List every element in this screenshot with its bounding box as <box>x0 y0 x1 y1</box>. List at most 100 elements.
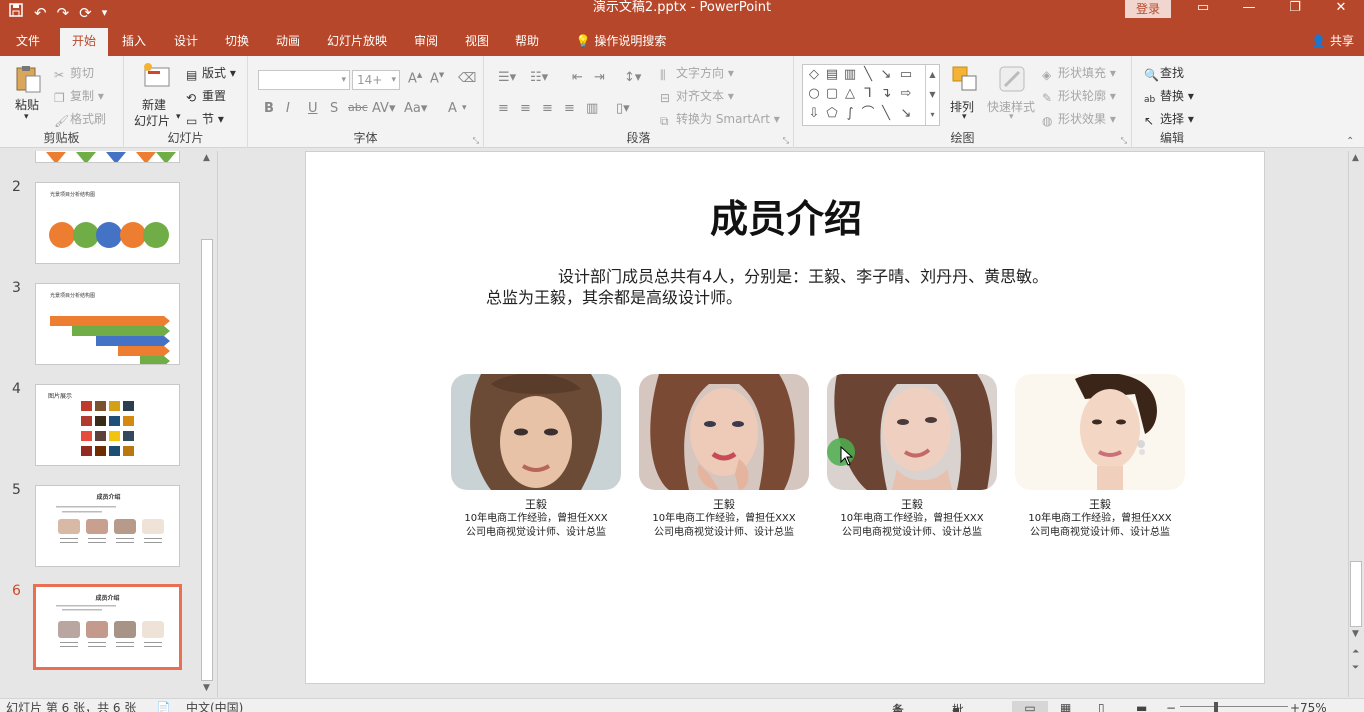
shape-roundrect-icon[interactable]: ▢ <box>823 85 841 103</box>
paste-button[interactable]: 粘贴 ▾ <box>10 62 46 132</box>
language-status[interactable]: 中文(中国) <box>186 701 243 712</box>
slide-thumb-5[interactable]: 成员介绍 <box>35 485 180 567</box>
spellcheck-icon[interactable]: 📄 <box>156 701 171 712</box>
new-slide-button[interactable]: 新建 幻灯片 ▾ <box>132 62 182 132</box>
reading-view-icon[interactable]: ▯ <box>1098 701 1105 712</box>
align-left-icon[interactable]: ≡ <box>498 101 509 116</box>
shape-vtextbox-icon[interactable]: ▥ <box>841 66 859 84</box>
shape-line-icon[interactable]: ╲ <box>859 66 877 84</box>
slide-title[interactable]: 成员介绍 <box>306 188 1266 243</box>
slide-thumb-2[interactable]: 光景项目分析结构图 <box>35 182 180 264</box>
zoom-out-icon[interactable]: − <box>1166 701 1176 712</box>
member-photo-2[interactable] <box>639 374 809 490</box>
shape-down-arrow-icon[interactable]: ⇩ <box>805 105 823 123</box>
tab-slideshow[interactable]: 幻灯片放映 <box>320 26 394 56</box>
strikethrough-icon[interactable]: abc <box>348 101 368 114</box>
thumb-scroll-down-icon[interactable]: ▼ <box>203 683 210 693</box>
thumb-scroll-thumb[interactable] <box>201 239 213 681</box>
bullets-icon[interactable]: ☰▾ <box>498 70 516 85</box>
tab-file[interactable]: 文件 <box>6 26 50 56</box>
slide-thumb-4[interactable]: 图片展示 <box>35 384 180 466</box>
tab-animations[interactable]: 动画 <box>266 26 310 56</box>
member-card-4[interactable]: 王毅 10年电商工作经验，曾担任XXX 公司电商视觉设计师、设计总监 <box>1015 374 1185 540</box>
shape-rect-icon[interactable]: ▭ <box>897 66 915 84</box>
font-dialog-launcher-icon[interactable]: ⤡ <box>473 136 479 146</box>
tab-design[interactable]: 设计 <box>164 26 208 56</box>
char-spacing-icon[interactable]: AV▾ <box>372 101 395 116</box>
tab-transitions[interactable]: 切换 <box>215 26 259 56</box>
reset-button[interactable]: ⟲ 重置 <box>186 87 226 105</box>
drawing-dialog-launcher-icon[interactable]: ⤡ <box>1121 136 1127 146</box>
canvas-scroll-thumb[interactable] <box>1350 561 1362 627</box>
zoom-slider-thumb[interactable] <box>1214 702 1218 712</box>
format-painter-button[interactable]: 🖌格式刷 <box>54 110 106 128</box>
maximize-icon[interactable]: ❐ <box>1272 0 1318 18</box>
member-card-1[interactable]: 王毅 10年电商工作经验，曾担任XXX 公司电商视觉设计师、设计总监 <box>451 374 621 540</box>
shape-textbox-icon[interactable]: ▤ <box>823 66 841 84</box>
text-direction-button[interactable]: ⫼ 文字方向 ▾ <box>660 64 734 82</box>
find-button[interactable]: 🔍查找 <box>1144 64 1184 82</box>
login-button[interactable]: 登录 <box>1125 0 1171 18</box>
tab-home[interactable]: 开始 <box>60 28 108 56</box>
member-photo-1[interactable] <box>451 374 621 490</box>
canvas-scroll-up-icon[interactable]: ▲ <box>1352 153 1359 163</box>
shape-effects-button[interactable]: ◍ 形状效果 ▾ <box>1042 110 1116 128</box>
font-name-combo[interactable]: ▾ <box>258 70 350 90</box>
underline-icon[interactable]: U <box>308 101 318 116</box>
shape-diagonal-icon[interactable]: ╲ <box>877 105 895 123</box>
canvas-scroll-down-icon[interactable]: ▼ <box>1352 629 1359 639</box>
font-color-icon[interactable]: A <box>448 101 457 116</box>
justify-icon[interactable]: ≡ <box>564 101 575 116</box>
tab-review[interactable]: 审阅 <box>404 26 448 56</box>
member-photo-4[interactable] <box>1015 374 1185 490</box>
select-button[interactable]: ↖ 选择 ▾ <box>1144 110 1194 128</box>
shape-pentagon-icon[interactable]: ⬠ <box>823 105 841 123</box>
clear-formatting-icon[interactable]: ⌫ <box>458 71 476 86</box>
slide-thumb-1[interactable] <box>35 151 180 163</box>
member-photo-3[interactable] <box>827 374 997 490</box>
copy-button[interactable]: ❐ 复制 ▾ <box>54 87 104 105</box>
shape-outline-button[interactable]: ✎ 形状轮廓 ▾ <box>1042 87 1116 105</box>
slideshow-view-icon[interactable]: ▬ <box>1136 701 1147 712</box>
zoom-slider-track[interactable] <box>1180 706 1288 707</box>
columns-icon[interactable]: ▯▾ <box>616 101 630 116</box>
canvas-scrollbar[interactable]: ▲ ▼ ⏶ ⏷ <box>1348 151 1364 697</box>
tab-help[interactable]: 帮助 <box>505 26 549 56</box>
arrange-button[interactable]: 排列 ▾ <box>948 64 984 130</box>
font-size-combo[interactable]: 14+ ▾ <box>352 70 400 90</box>
close-icon[interactable]: ✕ <box>1318 0 1364 18</box>
paragraph-dialog-launcher-icon[interactable]: ⤡ <box>783 136 789 146</box>
thumbnail-scrollbar[interactable]: ▲ ▼ <box>200 151 216 697</box>
tab-view[interactable]: 视图 <box>455 26 499 56</box>
italic-icon[interactable]: I <box>286 101 290 116</box>
next-slide-icon[interactable]: ⏷ <box>1352 663 1359 673</box>
shapes-gallery-scroll[interactable]: ▲ ▼ ▾ <box>925 65 939 125</box>
cut-button[interactable]: ✂ 剪切 <box>54 64 94 82</box>
change-case-icon[interactable]: Aa▾ <box>404 101 427 116</box>
shape-triangle-icon[interactable]: △ <box>841 85 859 103</box>
shape-right-arrow-icon[interactable]: ⇨ <box>897 85 915 103</box>
convert-smartart-button[interactable]: ⧉ 转换为 SmartArt ▾ <box>660 110 780 128</box>
collapse-ribbon-icon[interactable]: ⌃ <box>1346 136 1354 147</box>
numbering-icon[interactable]: ☷▾ <box>530 70 548 85</box>
shape-diagonal2-icon[interactable]: ↘ <box>897 105 915 123</box>
zoom-level[interactable]: 75% <box>1300 701 1327 712</box>
distributed-icon[interactable]: ▥ <box>586 101 598 116</box>
font-color-dropdown-icon[interactable]: ▾ <box>462 103 467 113</box>
minimize-icon[interactable]: — <box>1226 0 1272 18</box>
decrease-indent-icon[interactable]: ⇤ <box>572 70 583 85</box>
normal-view-icon[interactable]: ▭ <box>1012 701 1048 712</box>
replace-button[interactable]: ab 替换 ▾ <box>1144 87 1194 108</box>
slide-body-text[interactable]: 设计部门成员总共有4人，分别是：王毅、李子晴、刘丹丹、黄思敏。 总监为王毅，其余… <box>486 266 1126 308</box>
shape-elbow-icon[interactable]: ⅂ <box>859 85 877 103</box>
quick-styles-button[interactable]: 快速样式 ▾ <box>984 64 1040 130</box>
shape-oval-icon[interactable]: ○ <box>805 85 823 103</box>
section-button[interactable]: ▭ 节 ▾ <box>186 110 224 128</box>
shape-diamond-icon[interactable]: ◇ <box>805 66 823 84</box>
share-button[interactable]: 👤 共享 <box>1311 26 1354 56</box>
current-slide[interactable]: 成员介绍 设计部门成员总共有4人，分别是：王毅、李子晴、刘丹丹、黄思敏。 总监为… <box>305 151 1265 684</box>
slide-thumb-3[interactable]: 光景项目分析结构图 <box>35 283 180 365</box>
align-center-icon[interactable]: ≡ <box>520 101 531 116</box>
shape-arrow-line-icon[interactable]: ↘ <box>877 66 895 84</box>
tab-insert[interactable]: 插入 <box>112 26 156 56</box>
